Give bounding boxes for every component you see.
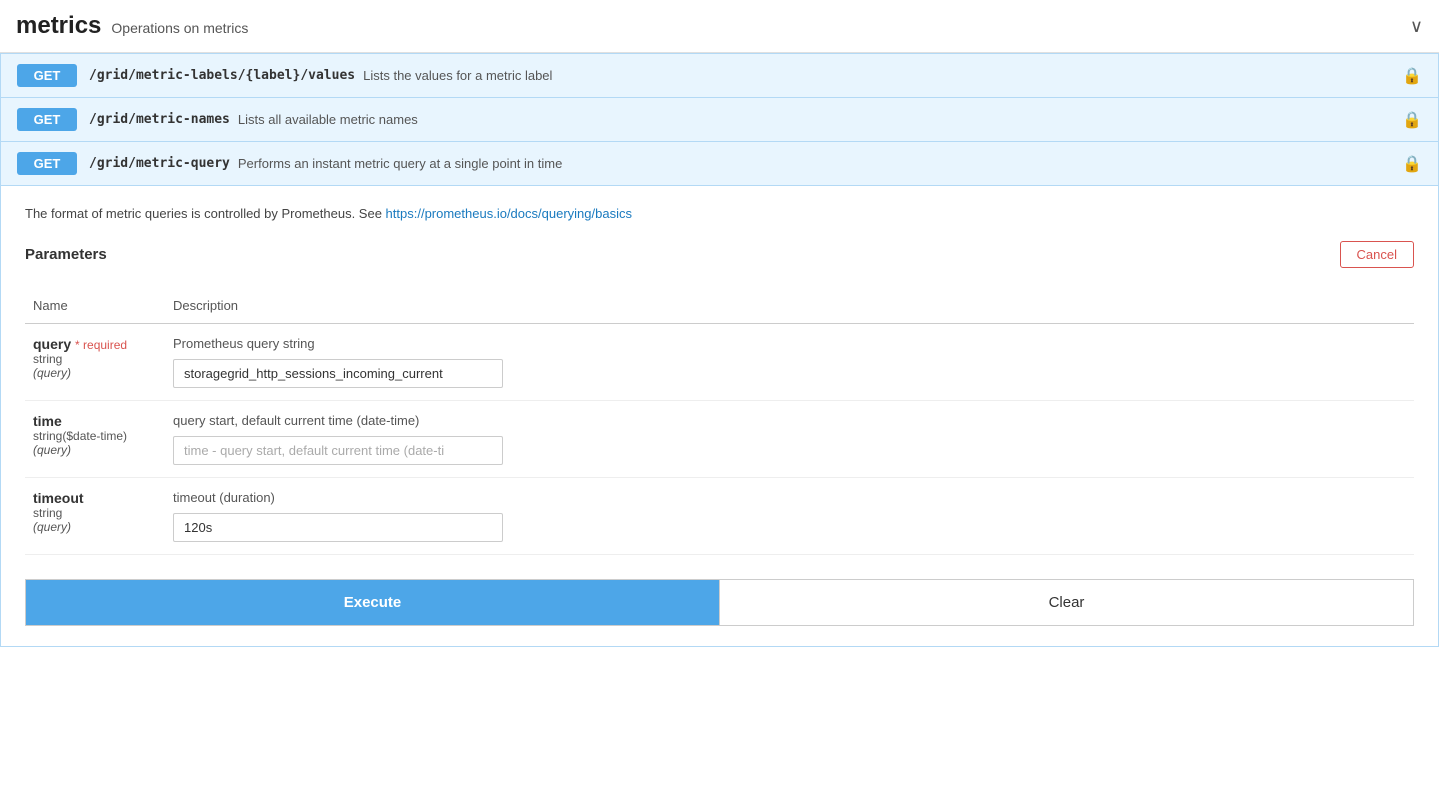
time-input[interactable] <box>173 436 503 465</box>
param-desc-cell-query: Prometheus query string <box>165 324 1414 401</box>
endpoint-desc-3: Performs an instant metric query at a si… <box>238 156 562 171</box>
table-row: time string($date-time) (query) query st… <box>25 401 1414 478</box>
page-header: metrics Operations on metrics ∨ <box>0 0 1439 53</box>
expanded-panel: The format of metric queries is controll… <box>0 186 1439 647</box>
clear-button[interactable]: Clear <box>719 580 1413 625</box>
param-name-time: time <box>33 413 62 429</box>
param-type-timeout: string <box>33 506 157 520</box>
col-name-header: Name <box>25 292 165 324</box>
page-subtitle: Operations on metrics <box>111 20 248 36</box>
prometheus-note: The format of metric queries is controll… <box>25 206 1414 221</box>
endpoint-desc-1: Lists the values for a metric label <box>363 68 552 83</box>
param-type-time: string($date-time) <box>33 429 157 443</box>
param-desc-cell-time: query start, default current time (date-… <box>165 401 1414 478</box>
param-location-timeout: (query) <box>33 520 157 534</box>
param-desc-time: query start, default current time (date-… <box>173 413 1406 428</box>
param-type-query: string <box>33 352 157 366</box>
query-input[interactable] <box>173 359 503 388</box>
table-row: query * required string (query) Promethe… <box>25 324 1414 401</box>
lock-icon-3: 🔒 <box>1402 154 1422 174</box>
lock-icon-1: 🔒 <box>1402 66 1422 86</box>
col-desc-header: Description <box>165 292 1414 324</box>
parameters-title: Parameters <box>25 246 107 263</box>
param-location-time: (query) <box>33 443 157 457</box>
param-required-query: * required <box>75 338 127 352</box>
execute-button[interactable]: Execute <box>26 580 719 625</box>
endpoint-path-3: /grid/metric-query <box>89 156 230 171</box>
param-name-query: query <box>33 336 71 352</box>
endpoint-path-1: /grid/metric-labels/{label}/values <box>89 68 355 83</box>
prometheus-note-text: The format of metric queries is controll… <box>25 206 386 221</box>
page-title: metrics <box>16 12 101 40</box>
param-name-timeout: timeout <box>33 490 84 506</box>
endpoint-label-values-row[interactable]: GET /grid/metric-labels/{label}/values L… <box>0 53 1439 98</box>
param-desc-cell-timeout: timeout (duration) <box>165 478 1414 555</box>
param-location-query: (query) <box>33 366 157 380</box>
get-badge-2: GET <box>17 108 77 131</box>
endpoint-metric-query-row[interactable]: GET /grid/metric-query Performs an insta… <box>0 142 1439 186</box>
table-row: timeout string (query) timeout (duration… <box>25 478 1414 555</box>
param-desc-timeout: timeout (duration) <box>173 490 1406 505</box>
param-name-cell-timeout: timeout string (query) <box>25 478 165 555</box>
endpoint-path-2: /grid/metric-names <box>89 112 230 127</box>
cancel-button[interactable]: Cancel <box>1340 241 1414 268</box>
chevron-down-icon[interactable]: ∨ <box>1410 16 1423 37</box>
parameters-header: Parameters Cancel <box>25 241 1414 276</box>
lock-icon-2: 🔒 <box>1402 110 1422 130</box>
parameters-table: Name Description query * required string… <box>25 292 1414 555</box>
param-name-cell-time: time string($date-time) (query) <box>25 401 165 478</box>
param-name-cell-query: query * required string (query) <box>25 324 165 401</box>
endpoint-desc-2: Lists all available metric names <box>238 112 418 127</box>
timeout-input[interactable] <box>173 513 503 542</box>
prometheus-docs-link[interactable]: https://prometheus.io/docs/querying/basi… <box>386 206 632 221</box>
get-badge-1: GET <box>17 64 77 87</box>
param-desc-query: Prometheus query string <box>173 336 1406 351</box>
endpoint-metric-names-row[interactable]: GET /grid/metric-names Lists all availab… <box>0 98 1439 142</box>
bottom-actions: Execute Clear <box>25 579 1414 626</box>
header-left: metrics Operations on metrics <box>16 12 248 40</box>
get-badge-3: GET <box>17 152 77 175</box>
